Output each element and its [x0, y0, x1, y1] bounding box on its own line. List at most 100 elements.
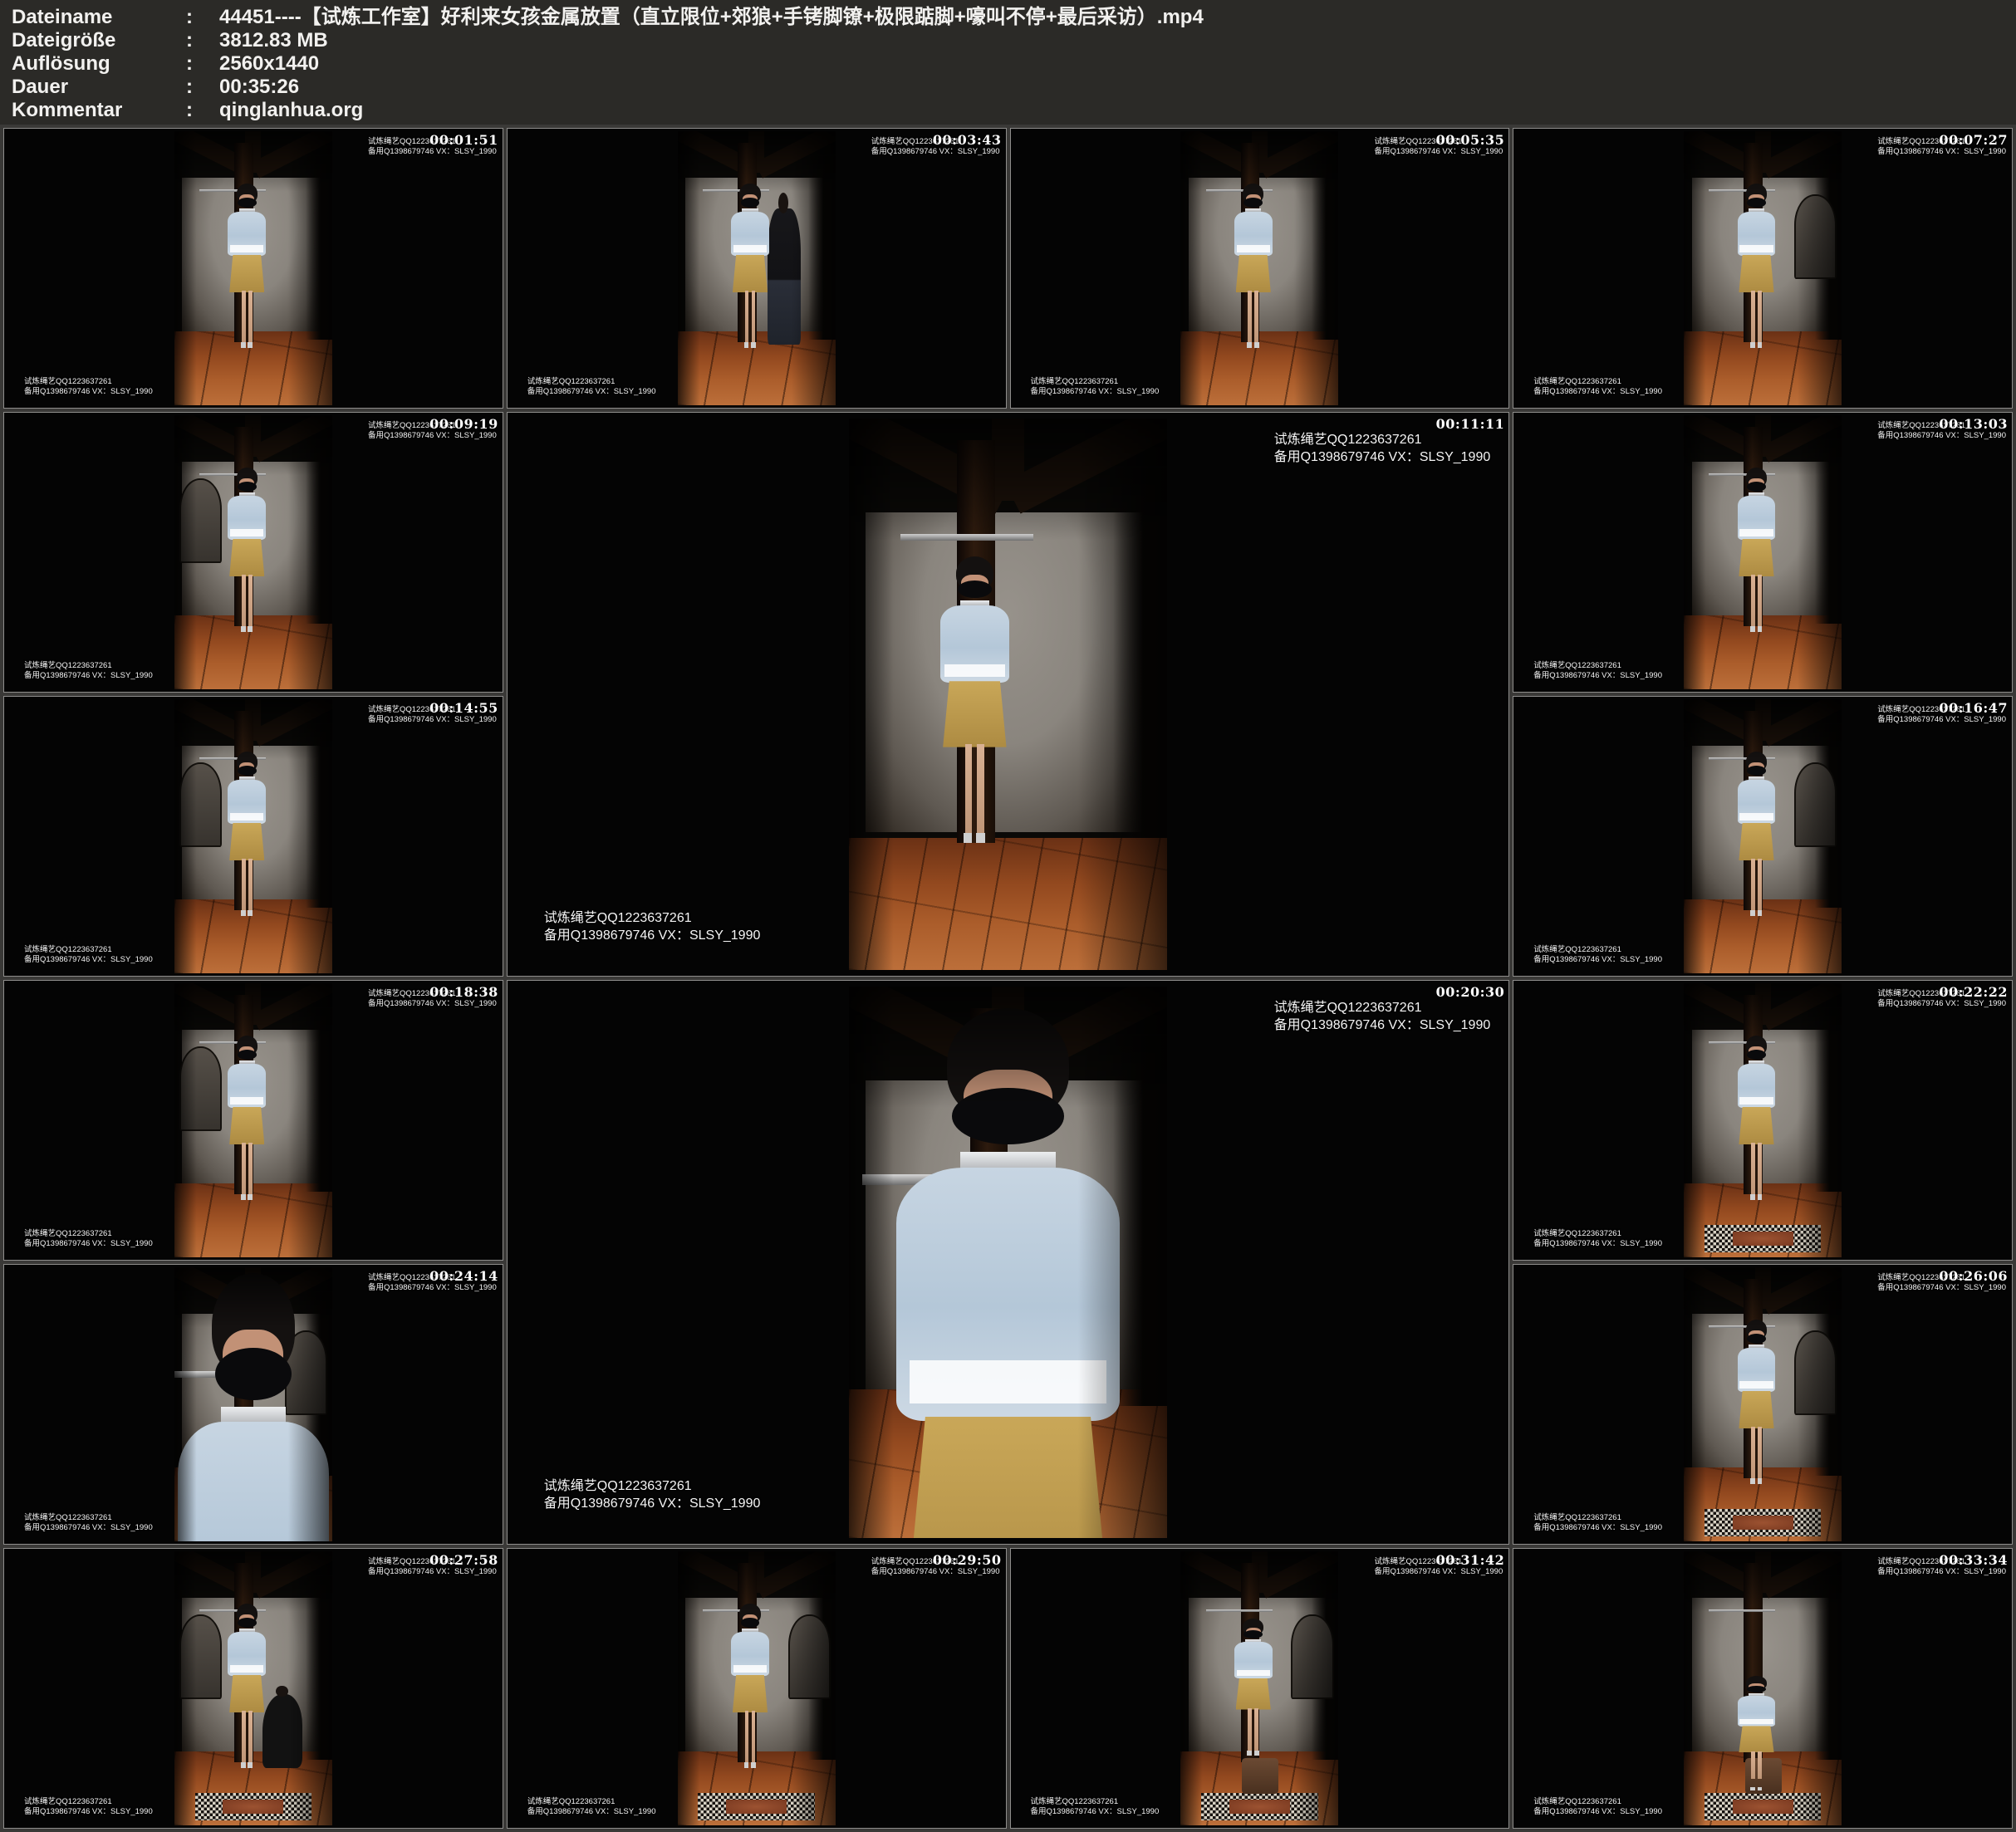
figure-leg — [1751, 1427, 1755, 1477]
video-thumbnail[interactable]: 试炼绳艺QQ1223637261 备用Q1398679746 VX：SLSY_1… — [3, 128, 503, 409]
video-thumbnail[interactable]: 试炼绳艺QQ1223637261 备用Q1398679746 VX：SLSY_1… — [1513, 1548, 2013, 1829]
figure-skirt — [229, 1107, 264, 1144]
watermark-bottom-left: 试炼绳艺QQ1223637261 备用Q1398679746 VX：SLSY_1… — [24, 945, 153, 965]
face-mask — [958, 580, 992, 598]
file-info-label: Kommentar — [12, 99, 186, 122]
file-info-colon: : — [186, 6, 219, 29]
thumbnail-scene — [1684, 983, 1842, 1256]
watermark-line1: 试炼绳艺QQ1223637261 — [24, 1229, 153, 1239]
video-thumbnail[interactable]: 试炼绳艺QQ1223637261 备用Q1398679746 VX：SLSY_1… — [1010, 128, 1510, 409]
watermark-line1: 试炼绳艺QQ1223637261 — [1274, 431, 1491, 448]
area-rug — [1705, 1793, 1822, 1820]
area-rug — [195, 1793, 312, 1820]
file-info-row: Dateiname:44451----【试炼工作室】好利来女孩金属放置（直立限位… — [12, 6, 2016, 29]
face-mask — [238, 766, 257, 776]
shirt-band — [1237, 245, 1270, 252]
timestamp-overlay: 00:16:47 — [1939, 700, 2008, 716]
watermark-line2: 备用Q1398679746 VX：SLSY_1990 — [24, 671, 153, 681]
person-figure — [726, 184, 773, 348]
figure-heel — [1758, 1787, 1763, 1791]
video-thumbnail[interactable]: 试炼绳艺QQ1223637261 备用Q1398679746 VX：SLSY_1… — [1513, 696, 2013, 977]
file-info-row: Kommentar:qinglanhua.org — [12, 99, 2016, 122]
footstool — [1242, 1758, 1278, 1794]
watermark-line2: 备用Q1398679746 VX：SLSY_1990 — [24, 955, 153, 965]
timestamp-overlay: 00:27:58 — [429, 1552, 498, 1568]
watermark-line2: 备用Q1398679746 VX：SLSY_1990 — [1877, 1567, 2006, 1577]
figure-heel — [1750, 1478, 1755, 1484]
figure-leg — [248, 291, 253, 341]
thumbnail-scene — [849, 987, 1166, 1538]
video-thumbnail[interactable]: 试炼绳艺QQ1223637261 备用Q1398679746 VX：SLSY_1… — [3, 1264, 503, 1545]
figure-skirt — [1739, 255, 1773, 292]
watermark-line1: 试炼绳艺QQ1223637261 — [1274, 999, 1491, 1016]
figure-leg — [248, 1143, 253, 1193]
shirt-band — [1739, 245, 1773, 252]
timestamp-overlay: 00:31:42 — [1436, 1552, 1505, 1568]
timestamp-overlay: 00:33:34 — [1939, 1552, 2008, 1568]
video-thumbnail[interactable]: 试炼绳艺QQ1223637261 备用Q1398679746 VX：SLSY_1… — [507, 128, 1007, 409]
watermark-line2: 备用Q1398679746 VX：SLSY_1990 — [1533, 955, 1662, 965]
figure-heel — [1758, 910, 1763, 916]
figure-heel — [241, 910, 246, 916]
stage-curtain — [306, 1008, 332, 1192]
video-thumbnail[interactable]: 试炼绳艺QQ1223637261 备用Q1398679746 VX：SLSY_1… — [3, 696, 503, 977]
figure-leg — [745, 291, 749, 341]
video-thumbnail[interactable]: 试炼绳艺QQ1223637261 备用Q1398679746 VX：SLSY_1… — [1010, 1548, 1510, 1829]
timestamp-overlay: 00:22:22 — [1939, 984, 2008, 1000]
face-mask — [1243, 1630, 1263, 1639]
video-thumbnail[interactable]: 试炼绳艺QQ1223637261 备用Q1398679746 VX：SLSY_1… — [3, 980, 503, 1261]
video-thumbnail[interactable]: 试炼绳艺QQ1223637261 备用Q1398679746 VX：SLSY_1… — [3, 1548, 503, 1829]
video-thumbnail[interactable]: 试炼绳艺QQ1223637261 备用Q1398679746 VX：SLSY_1… — [1513, 128, 2013, 409]
video-thumbnail[interactable]: 试炼绳艺QQ1223637261 备用Q1398679746 VX：SLSY_1… — [507, 980, 1510, 1545]
figure-shirt — [1738, 780, 1776, 824]
figure-skirt — [229, 1675, 264, 1712]
stage-curtain — [1113, 468, 1167, 838]
person-figure — [1733, 752, 1780, 916]
video-thumbnail[interactable]: 试炼绳艺QQ1223637261 备用Q1398679746 VX：SLSY_1… — [1513, 1264, 2013, 1545]
figure-skirt — [905, 1417, 1111, 1539]
watermark-bottom-left: 试炼绳艺QQ1223637261 备用Q1398679746 VX：SLSY_1… — [24, 1797, 153, 1817]
figure-shirt — [228, 780, 266, 824]
timestamp-overlay: 00:01:51 — [429, 132, 498, 148]
shirt-band — [1739, 529, 1773, 536]
person-figure — [223, 1036, 271, 1200]
watermark-line2: 备用Q1398679746 VX：SLSY_1990 — [1877, 431, 2006, 441]
file-name-value: 44451----【试炼工作室】好利来女孩金属放置（直立限位+郊狼+手铐脚镣+极… — [219, 6, 2016, 29]
face-mask — [741, 198, 760, 208]
figure-leg — [1751, 291, 1755, 341]
file-info-colon: : — [186, 76, 219, 99]
arched-window — [788, 1614, 831, 1699]
watermark-bottom-left: 试炼绳艺QQ1223637261 备用Q1398679746 VX：SLSY_1… — [527, 377, 656, 397]
face-mask — [1747, 1050, 1766, 1060]
figure-leg — [1751, 859, 1755, 909]
figure-heel — [1247, 342, 1252, 348]
figure-heel — [1247, 1751, 1252, 1756]
video-thumbnail[interactable]: 试炼绳艺QQ1223637261 备用Q1398679746 VX：SLSY_1… — [507, 412, 1510, 977]
figure-skirt — [733, 255, 768, 292]
watermark-line2: 备用Q1398679746 VX：SLSY_1990 — [1031, 1807, 1160, 1817]
file-info-row: Dauer:00:35:26 — [12, 76, 2016, 99]
video-thumbnail[interactable]: 试炼绳艺QQ1223637261 备用Q1398679746 VX：SLSY_1… — [507, 1548, 1007, 1829]
figure-leg — [242, 1143, 246, 1193]
arched-window — [1291, 1614, 1333, 1699]
video-thumbnail[interactable]: 试炼绳艺QQ1223637261 备用Q1398679746 VX：SLSY_1… — [1513, 980, 2013, 1261]
wood-floor — [849, 838, 1166, 970]
watermark-bottom-left: 试炼绳艺QQ1223637261 备用Q1398679746 VX：SLSY_1… — [1533, 1513, 1662, 1533]
face-mask — [1747, 482, 1766, 492]
watermark-line1: 试炼绳艺QQ1223637261 — [1031, 1797, 1160, 1807]
thumbnail-scene — [174, 1267, 332, 1541]
timestamp-overlay: 00:09:19 — [429, 416, 498, 432]
watermark-line2: 备用Q1398679746 VX：SLSY_1990 — [368, 715, 497, 725]
area-rug — [698, 1793, 815, 1820]
watermark-bottom-left: 试炼绳艺QQ1223637261 备用Q1398679746 VX：SLSY_1… — [1031, 377, 1160, 397]
video-thumbnail[interactable]: 试炼绳艺QQ1223637261 备用Q1398679746 VX：SLSY_1… — [1513, 412, 2013, 693]
video-thumbnail[interactable]: 试炼绳艺QQ1223637261 备用Q1398679746 VX：SLSY_1… — [3, 412, 503, 693]
figure-skirt — [1739, 1726, 1773, 1752]
watermark-line2: 备用Q1398679746 VX：SLSY_1990 — [1877, 715, 2006, 725]
face-mask — [741, 1618, 760, 1628]
watermark-line1: 试炼绳艺QQ1223637261 — [24, 1513, 153, 1523]
watermark-bottom-left: 试炼绳艺QQ1223637261 备用Q1398679746 VX：SLSY_1… — [24, 377, 153, 397]
figure-shirt — [1738, 1696, 1776, 1727]
figure-heel — [241, 1762, 246, 1768]
figure-heel — [248, 910, 253, 916]
